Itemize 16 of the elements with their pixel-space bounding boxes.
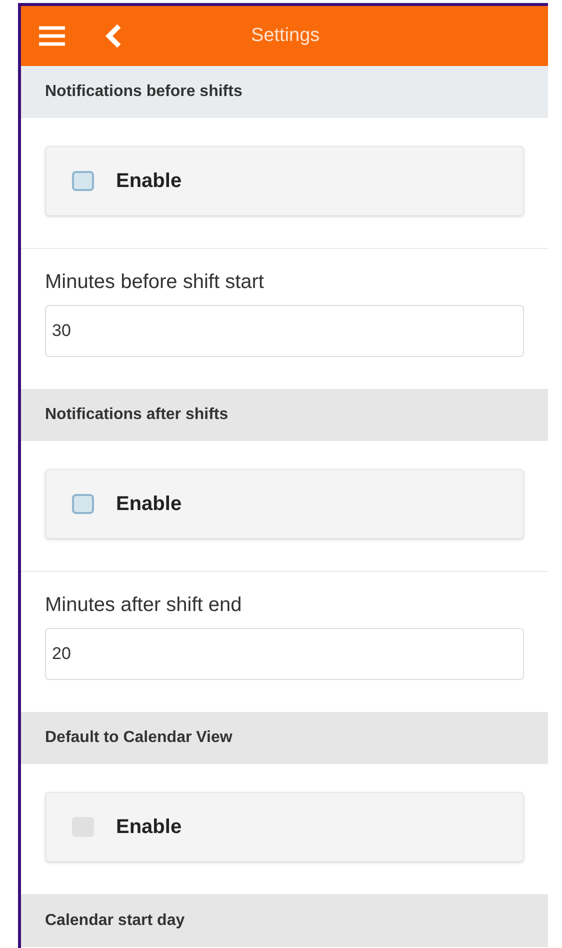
section-header: Default to Calendar View (21, 712, 548, 764)
back-icon[interactable] (105, 23, 123, 49)
header-title: Settings (251, 24, 320, 48)
number-field[interactable]: 20 (45, 628, 524, 680)
section-header: Calendar start day (21, 895, 548, 947)
section-header: Notifications after shifts (21, 389, 548, 441)
checkbox-row[interactable]: Enable (45, 469, 524, 539)
checkbox[interactable] (72, 171, 94, 191)
number-field[interactable]: 30 (45, 305, 524, 357)
checkbox-row[interactable]: Enable (45, 792, 524, 862)
checkbox[interactable] (72, 494, 94, 514)
field-label: Minutes after shift end (45, 593, 243, 618)
menu-icon[interactable] (37, 25, 67, 47)
field-label: Minutes before shift start (45, 270, 265, 295)
section-header: Notifications before shifts (21, 66, 548, 118)
checkbox-row[interactable]: Enable (45, 146, 524, 216)
